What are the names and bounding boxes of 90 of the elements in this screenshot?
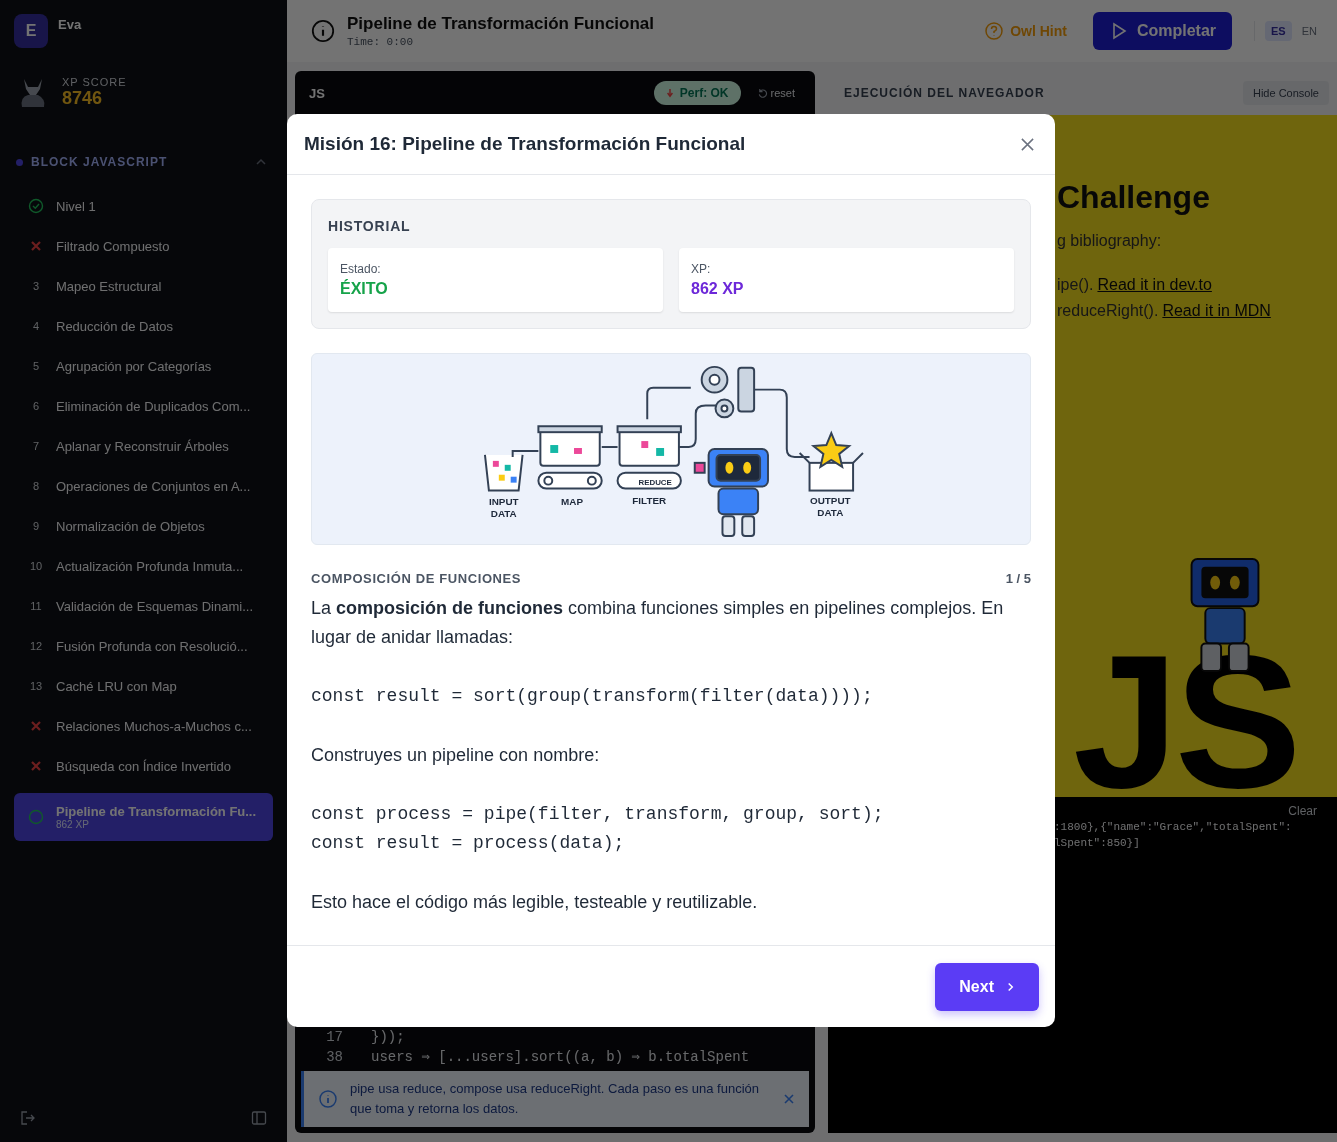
console-output: lSpent":850}] — [1054, 836, 1141, 851]
sidebar-toggle-icon[interactable] — [251, 1110, 267, 1126]
tip-text: pipe usa reduce, compose usa reduceRight. Cada paso es una función que toma y retorna los datos. — [350, 1080, 761, 1118]
level-number: 4 — [32, 320, 40, 332]
level-number: 6 — [32, 400, 40, 412]
stage-label: MAP — [561, 496, 583, 508]
level-number: 7 — [32, 440, 40, 452]
close-icon[interactable] — [1020, 136, 1035, 152]
level-number: 9 — [32, 520, 40, 532]
dialog-title: Misión 16: Pipeline de Transformación Funcional — [304, 133, 746, 155]
level-number: 11 — [30, 600, 42, 612]
preview-text: ipe(). — [1057, 275, 1094, 295]
close-icon[interactable] — [783, 1093, 795, 1105]
stage-label: OUTPUT DATA — [810, 495, 851, 519]
language-tab[interactable]: ES — [1265, 21, 1292, 41]
line-number: 38 — [325, 1048, 343, 1067]
level-item[interactable]: 3 Mapeo Estructural — [14, 267, 273, 305]
page-counter: 1 / 5 — [1005, 571, 1031, 586]
score-value: 8746 — [62, 88, 104, 109]
clear-button[interactable]: Clear — [1282, 803, 1323, 819]
level-item[interactable]: 10 Actualización Profunda Inmuta... — [14, 547, 273, 585]
stage-label: REDUCE — [638, 477, 672, 487]
level-item[interactable]: Pipeline de Transformación Fu... 862 XP — [14, 793, 273, 841]
stat-label: XP: — [691, 262, 712, 276]
score-label: XP SCORE — [62, 76, 127, 88]
level-number: 8 — [32, 480, 40, 492]
info-icon — [318, 1089, 338, 1109]
panel-title: EJECUCIÓN DEL NAVEGADOR — [844, 86, 1045, 100]
level-number: 12 — [29, 640, 43, 652]
level-number: 3 — [32, 280, 40, 292]
perf-badge: Perf: OK — [653, 81, 741, 105]
level-item[interactable]: 12 Fusión Profunda con Resolució... — [14, 627, 273, 665]
challenge-title: Pipeline de Transformación Funcional — [347, 14, 655, 34]
preview-text: reduceRight(). — [1057, 301, 1159, 321]
console-output: :1800},{"name":"Grace","totalSpent": — [1054, 820, 1293, 835]
lesson-paragraph: Construyes un pipeline con nombre: — [311, 744, 601, 767]
circle-icon — [28, 809, 44, 825]
chevron-right-icon — [1006, 980, 1015, 993]
language-tab[interactable]: EN — [1295, 21, 1323, 41]
reset-button[interactable]: reset — [750, 86, 801, 100]
user-name: Eva — [58, 16, 82, 32]
language-label: JS — [309, 85, 325, 101]
level-item[interactable]: 9 Normalización de Objetos — [14, 507, 273, 545]
help-icon — [984, 21, 1005, 41]
stage-label: INPUT DATA — [488, 496, 519, 520]
code-line: users ⇒ [...users].sort((a, b) ⇒ b.totalSpent — [371, 1048, 750, 1067]
complete-button[interactable]: Completar — [1092, 12, 1233, 50]
level-number: 10 — [29, 560, 43, 572]
level-item[interactable]: Filtrado Compuesto — [14, 227, 273, 265]
user-avatar: E — [14, 14, 48, 48]
section-header[interactable]: BLOCK JAVASCRIPT — [0, 151, 287, 173]
line-number: 17 — [325, 1028, 343, 1047]
level-item[interactable]: 13 Caché LRU con Map — [14, 667, 273, 705]
lesson-paragraph: La composición de funciones combina funciones simples en pipelines complejos. En lugar de anidar llamadas: — [311, 597, 1005, 649]
level-item[interactable]: 5 Agrupación por Categorías — [14, 347, 273, 385]
reference-link[interactable]: Read it in MDN — [1162, 298, 1271, 324]
logo-text: JS — [1073, 645, 1298, 797]
check-circle-icon — [28, 198, 44, 214]
reference-link[interactable]: Read it in dev.to — [1097, 272, 1212, 298]
info-icon[interactable] — [311, 19, 335, 43]
arrow-down-icon — [665, 88, 674, 98]
logout-icon[interactable] — [20, 1110, 36, 1126]
level-item[interactable]: Nivel 1 — [14, 187, 273, 225]
history-title: HISTORIAL — [328, 218, 412, 234]
level-item[interactable]: Búsqueda con Índice Invertido — [14, 747, 273, 785]
stat-value: 862 XP — [691, 280, 745, 298]
timer: Time: 0:00 — [347, 36, 414, 48]
level-item[interactable]: Relaciones Muchos-a-Muchos c... — [14, 707, 273, 745]
level-number: 5 — [32, 360, 40, 372]
code-line: const result = sort(group(transform(filter(data)))); — [311, 685, 874, 708]
stat-label: Estado: — [340, 262, 382, 276]
level-item[interactable]: 11 Validación de Esquemas Dinami... — [14, 587, 273, 625]
reset-icon — [756, 87, 768, 99]
next-button[interactable]: Next — [935, 962, 1039, 1011]
stat-value: ÉXITO — [340, 280, 389, 298]
lesson-paragraph: Esto hace el código más legible, testeable y reutilizable. — [311, 891, 759, 914]
code-line: const process = pipe(filter, transform, group, sort); — [311, 803, 885, 826]
stage-label: FILTER — [632, 495, 667, 507]
level-item[interactable]: 8 Operaciones de Conjuntos en A... — [14, 467, 273, 505]
code-line: })); — [371, 1028, 405, 1047]
level-item[interactable]: 4 Reducción de Datos — [14, 307, 273, 345]
level-item[interactable]: 6 Eliminación de Duplicados Com... — [14, 387, 273, 425]
hide-console-button[interactable]: Hide Console — [1242, 81, 1329, 105]
level-item[interactable]: 7 Aplanar y Reconstruir Árboles — [14, 427, 273, 465]
section-dot — [16, 158, 23, 166]
section-title: COMPOSICIÓN DE FUNCIONES — [311, 571, 522, 586]
level-number: 13 — [29, 680, 43, 692]
preview-heading: Challenge — [1057, 179, 1211, 216]
code-line: const result = process(data); — [311, 832, 626, 855]
preview-text: g bibliography: — [1057, 232, 1163, 250]
